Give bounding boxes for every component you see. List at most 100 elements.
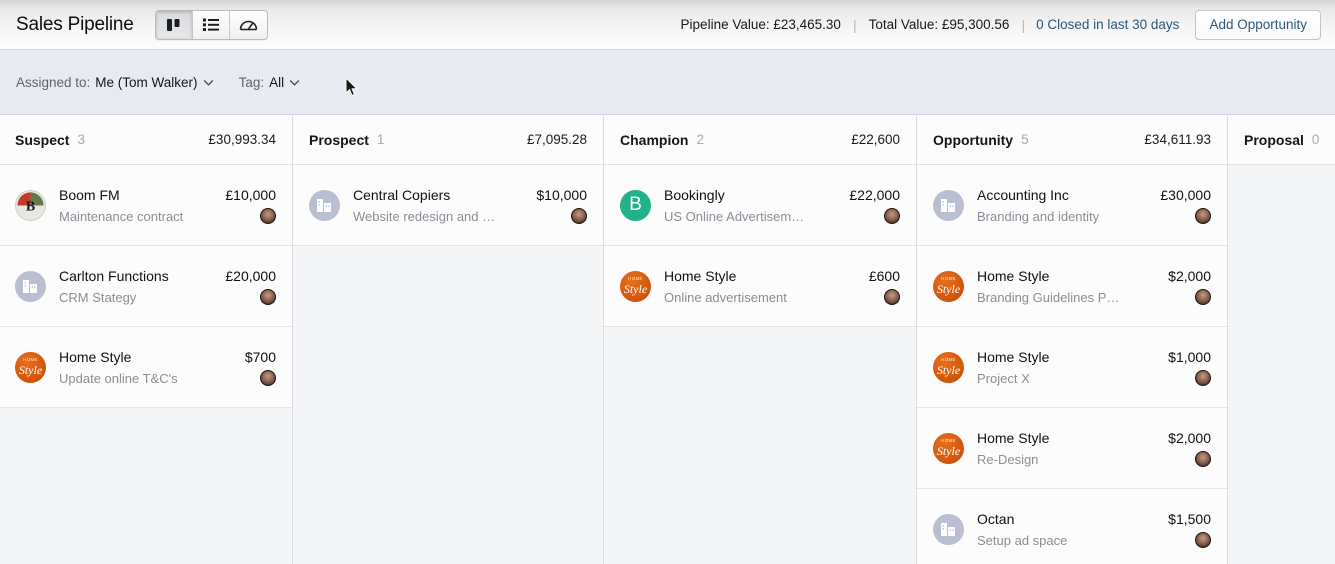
column-count: 5 bbox=[1021, 132, 1029, 147]
logo-main-text: Style bbox=[623, 281, 648, 296]
column-title: Opportunity bbox=[933, 131, 1014, 148]
board-icon bbox=[167, 18, 180, 31]
column-header[interactable]: Proposal 0 bbox=[1228, 115, 1335, 165]
card-amount: £600 bbox=[868, 267, 900, 284]
card-text: Home Style Online advertisement bbox=[664, 267, 869, 306]
column-header[interactable]: Champion 2 £22,600 bbox=[604, 115, 916, 165]
card-company: Carlton Functions bbox=[59, 267, 169, 284]
card-amount: $10,000 bbox=[536, 186, 587, 203]
avatar bbox=[1195, 450, 1211, 467]
closed-deals-link[interactable]: 0 Closed in last 30 days bbox=[1036, 17, 1179, 32]
card-subject: Branding and identity bbox=[977, 208, 1100, 224]
board-view-button[interactable] bbox=[155, 10, 193, 39]
card-amount: $1,000 bbox=[1168, 348, 1211, 365]
card-meta: $700 bbox=[245, 349, 276, 386]
assigned-to-value: Me (Tom Walker) bbox=[95, 74, 198, 90]
logo-main-text: Style bbox=[936, 362, 961, 377]
card-text: Central Copiers Website redesign and … bbox=[353, 186, 536, 225]
card-meta: $2,000 bbox=[1168, 268, 1211, 305]
avatar bbox=[1195, 531, 1211, 548]
column-total: £30,993.34 bbox=[208, 132, 276, 147]
opportunity-card[interactable]: HOME Style Home Style Online advertiseme… bbox=[604, 246, 916, 327]
card-text: Accounting Inc Branding and identity bbox=[977, 186, 1160, 225]
dashboard-view-button[interactable] bbox=[229, 10, 267, 39]
chevron-down-icon bbox=[203, 78, 213, 89]
card-company: Boom FM bbox=[59, 186, 120, 203]
opportunity-card[interactable]: HOME Style Home Style Re-Design $2,000 bbox=[917, 408, 1227, 489]
card-text: Boom FM Maintenance contract bbox=[59, 186, 225, 225]
opportunity-card[interactable]: Accounting Inc Branding and identity £30… bbox=[917, 165, 1227, 246]
company-logo-homestyle: HOME Style bbox=[620, 270, 651, 302]
opportunity-card[interactable]: Carlton Functions CRM Stategy £20,000 bbox=[0, 246, 292, 327]
total-value: Total Value: £95,300.56 bbox=[868, 17, 1010, 32]
card-subject: Re-Design bbox=[977, 451, 1039, 467]
opportunity-card[interactable]: HOME Style Home Style Update online T&C'… bbox=[0, 327, 292, 408]
column-title: Proposal bbox=[1244, 131, 1304, 148]
pipeline-value: Pipeline Value: £23,465.30 bbox=[680, 17, 841, 32]
column-total: £7,095.28 bbox=[526, 132, 587, 147]
company-logo-homestyle: HOME Style bbox=[15, 351, 46, 383]
stat-separator-2: | bbox=[1021, 16, 1026, 33]
tag-label: Tag: bbox=[238, 74, 265, 90]
card-meta: £30,000 bbox=[1160, 187, 1211, 224]
card-meta: $2,000 bbox=[1168, 430, 1211, 467]
tag-value: All bbox=[269, 74, 285, 90]
add-opportunity-button[interactable]: Add Opportunity bbox=[1195, 9, 1321, 40]
opportunity-card[interactable]: HOME Style Home Style Project X $1,000 bbox=[917, 327, 1227, 408]
column-header[interactable]: Prospect 1 £7,095.28 bbox=[293, 115, 603, 165]
column-count: 1 bbox=[376, 132, 385, 147]
column-title: Champion bbox=[620, 131, 689, 148]
avatar bbox=[571, 207, 587, 224]
assigned-to-filter[interactable]: Assigned to: Me (Tom Walker) bbox=[16, 75, 213, 90]
card-text: Home Style Re-Design bbox=[977, 429, 1168, 468]
company-logo-building bbox=[309, 189, 340, 221]
view-toggle-group[interactable] bbox=[154, 9, 268, 40]
card-subject: Project X bbox=[977, 370, 1030, 386]
opportunity-card[interactable]: B Boom FM Maintenance contract £10,000 bbox=[0, 165, 292, 246]
opportunity-card[interactable]: Octan Setup ad space $1,500 bbox=[917, 489, 1227, 564]
card-meta: $1,000 bbox=[1168, 349, 1211, 386]
list-view-button[interactable] bbox=[192, 10, 230, 39]
card-meta: $1,500 bbox=[1168, 511, 1211, 548]
list-icon bbox=[202, 18, 219, 31]
column-proposal: Proposal 0 bbox=[1228, 115, 1335, 564]
card-amount: £22,000 bbox=[849, 186, 900, 203]
opportunity-card[interactable]: Central Copiers Website redesign and … $… bbox=[293, 165, 603, 246]
opportunity-card[interactable]: B Bookingly US Online Advertisem… £22,00… bbox=[604, 165, 916, 246]
avatar bbox=[1195, 207, 1211, 224]
card-amount: £20,000 bbox=[225, 267, 276, 284]
card-company: Home Style bbox=[977, 429, 1050, 446]
avatar bbox=[884, 288, 900, 305]
logo-main-text: Style bbox=[936, 443, 961, 458]
opportunity-card[interactable]: HOME Style Home Style Branding Guideline… bbox=[917, 246, 1227, 327]
card-meta: £600 bbox=[869, 268, 900, 305]
card-company: Central Copiers bbox=[353, 186, 451, 203]
logo-top-text: HOME bbox=[941, 437, 956, 443]
card-amount: £30,000 bbox=[1160, 186, 1211, 203]
card-amount: £10,000 bbox=[225, 186, 276, 203]
company-logo-homestyle: HOME Style bbox=[933, 351, 964, 383]
column-header[interactable]: Opportunity 5 £34,611.93 bbox=[917, 115, 1227, 165]
stat-separator-1: | bbox=[852, 16, 857, 33]
logo-main-text: Style bbox=[936, 281, 961, 296]
column-header[interactable]: Suspect 3 £30,993.34 bbox=[0, 115, 292, 165]
logo-top-text: HOME bbox=[628, 275, 643, 281]
card-meta: £20,000 bbox=[225, 268, 276, 305]
company-logo-boomfm: B bbox=[15, 189, 46, 221]
card-amount: $700 bbox=[244, 348, 276, 365]
app-header: Sales Pipeline Pipeline Value: £23,465.3… bbox=[0, 0, 1335, 50]
card-meta: £10,000 bbox=[225, 187, 276, 224]
column-total: £22,600 bbox=[851, 132, 900, 147]
card-text: Carlton Functions CRM Stategy bbox=[59, 267, 225, 306]
building-icon bbox=[23, 279, 37, 293]
column-title: Prospect bbox=[309, 131, 369, 148]
logo-top-text: HOME bbox=[941, 356, 956, 362]
tag-filter[interactable]: Tag: All bbox=[239, 75, 300, 90]
column-opportunity: Opportunity 5 £34,611.93 Accounting Inc … bbox=[917, 115, 1228, 564]
card-subject: Update online T&C's bbox=[59, 370, 178, 386]
building-icon bbox=[317, 198, 331, 212]
card-subject: Branding Guidelines P… bbox=[977, 289, 1120, 305]
avatar bbox=[1195, 369, 1211, 386]
card-company: Accounting Inc bbox=[977, 186, 1069, 203]
column-title: Suspect bbox=[15, 131, 70, 148]
